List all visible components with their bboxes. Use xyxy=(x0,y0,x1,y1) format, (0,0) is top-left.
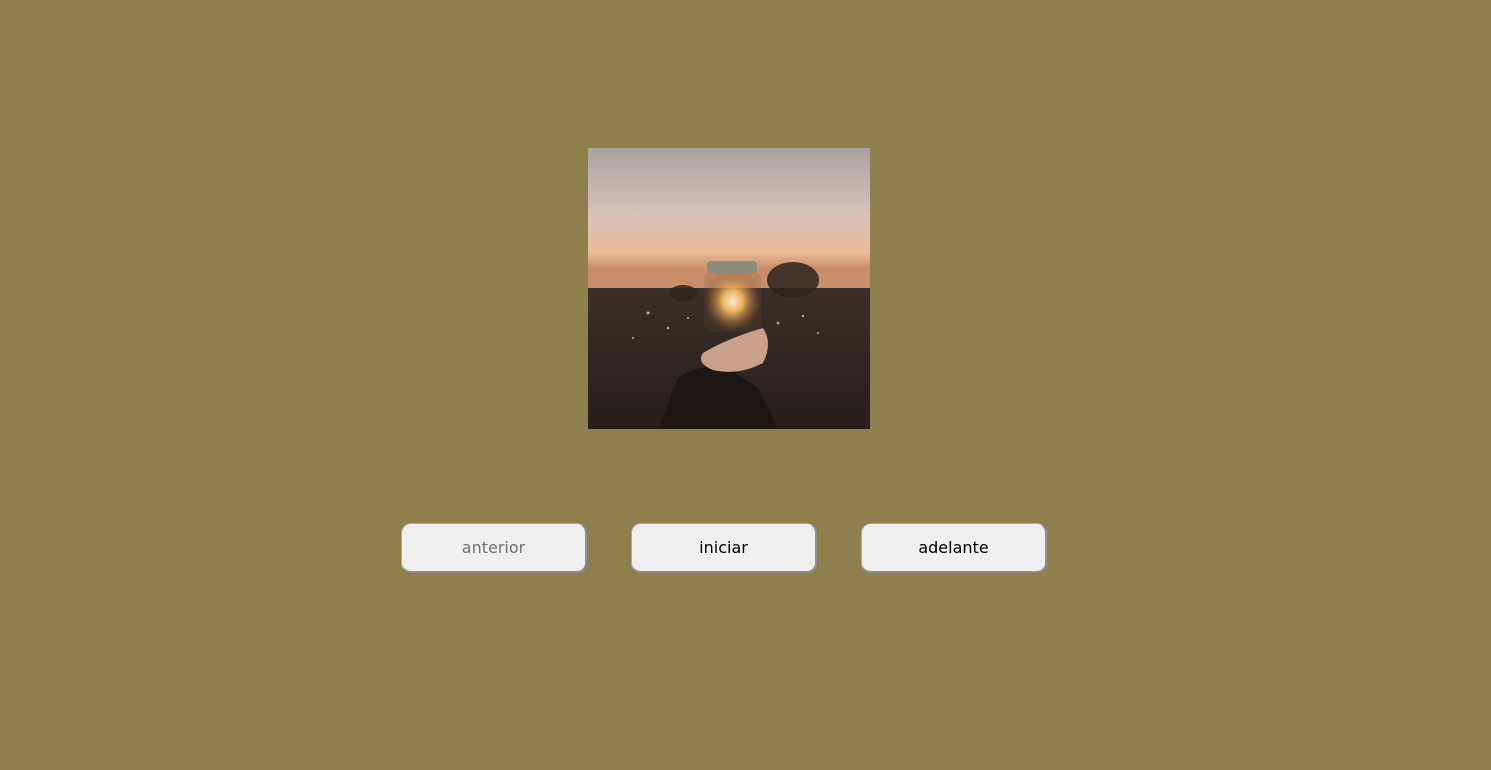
jar-sunset-photo-icon xyxy=(588,148,870,429)
start-button[interactable]: iniciar xyxy=(631,523,817,573)
next-button[interactable]: adelante xyxy=(861,523,1047,573)
slideshow-image xyxy=(588,148,870,429)
previous-button[interactable]: anterior xyxy=(401,523,587,573)
